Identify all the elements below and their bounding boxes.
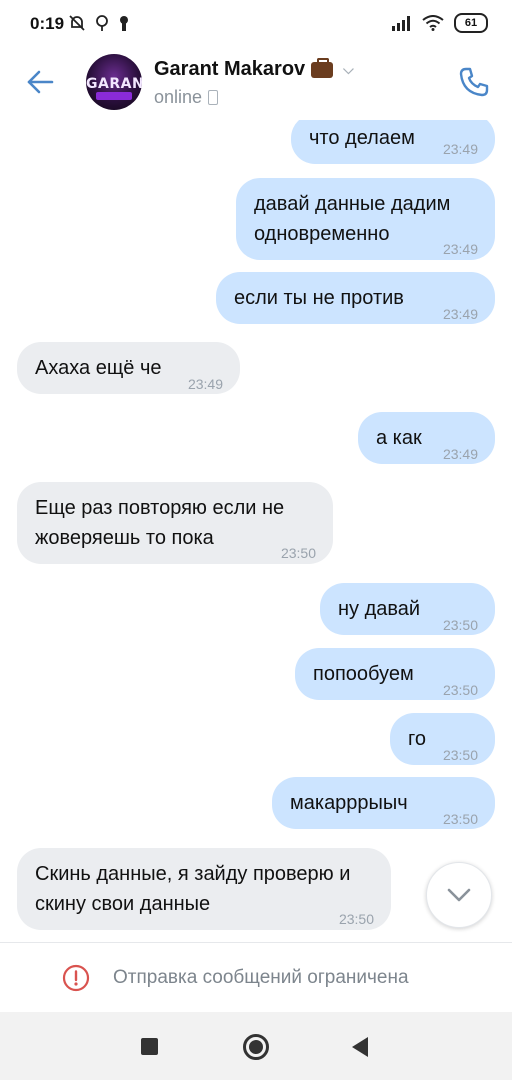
message-bubble[interactable]: Еще раз повторяю если не жоверяешь то по…: [17, 482, 333, 564]
message-bubble[interactable]: а как 23:49: [358, 412, 495, 464]
message-bubble[interactable]: давай данные дадим одновременно 23:49: [236, 178, 495, 260]
message-bubble[interactable]: макарррыыч 23:50: [272, 777, 495, 829]
message-time: 23:50: [442, 811, 478, 827]
keyhole-icon: [120, 16, 128, 31]
back-button[interactable]: [22, 64, 58, 100]
mobile-device-icon: [208, 90, 219, 105]
status-icons-left: [68, 14, 130, 32]
signal-icon: [392, 16, 410, 31]
message-time: 23:49: [442, 241, 478, 257]
message-time: 23:50: [442, 682, 478, 698]
message-text: Скинь данные, я зайду проверю и скину св…: [35, 863, 351, 915]
message-time: 23:49: [442, 446, 478, 462]
message-time: 23:50: [442, 747, 478, 763]
message-bubble[interactable]: если ты не против 23:49: [216, 272, 495, 324]
message-bubble[interactable]: го 23:50: [390, 713, 495, 765]
message-time: 23:50: [442, 617, 478, 633]
contact-name-label: Garant Makarov: [154, 58, 306, 80]
arrow-left-icon: [27, 70, 54, 94]
restriction-text: Отправка сообщений ограничена: [113, 967, 409, 988]
message-bubble[interactable]: ну давай 23:50: [320, 583, 495, 635]
avatar[interactable]: GARANT: [86, 54, 142, 110]
message-time: 23:49: [442, 141, 478, 157]
exclamation-circle-icon: [62, 964, 90, 992]
message-time: 23:50: [338, 911, 374, 927]
message-time: 23:49: [442, 306, 478, 322]
chat-header: GARANT Garant Makarov ⌵ online: [0, 48, 512, 120]
status-bar: 0:19 61: [0, 0, 512, 48]
home-icon[interactable]: [243, 1034, 269, 1060]
message-bubble[interactable]: Скинь данные, я зайду проверю и скину св…: [17, 848, 391, 930]
scroll-down-button[interactable]: [426, 862, 492, 928]
avatar-text: GARANT: [86, 76, 142, 92]
contact-status: online: [154, 87, 219, 108]
bell-off-icon: [69, 15, 85, 31]
location-icon: [96, 15, 108, 31]
message-bubble[interactable]: попообуем 23:50: [295, 648, 495, 700]
contact-status-label: online: [154, 87, 203, 107]
chevron-down-icon: [447, 888, 471, 902]
message-bubble[interactable]: что делаем 23:49: [291, 120, 495, 164]
recent-apps-icon[interactable]: [141, 1038, 158, 1055]
restriction-bar: Отправка сообщений ограничена: [0, 942, 512, 1013]
message-bubble[interactable]: Ахаха ещё че 23:49: [17, 342, 240, 394]
call-button[interactable]: [454, 62, 494, 102]
message-time: 23:50: [280, 545, 316, 561]
message-text: если ты не против: [234, 287, 404, 309]
wifi-icon: [422, 15, 444, 31]
status-icons-right: 61: [392, 13, 488, 33]
chevron-down-icon: ⌵: [343, 61, 354, 77]
message-time: 23:49: [187, 376, 223, 392]
phone-icon: [459, 67, 489, 97]
status-time: 0:19: [30, 14, 65, 33]
system-navigation-bar: [0, 1012, 512, 1080]
battery-indicator: 61: [454, 13, 488, 33]
back-triangle-icon[interactable]: [352, 1037, 368, 1057]
contact-name[interactable]: Garant Makarov ⌵: [154, 57, 354, 81]
message-list[interactable]: что делаем 23:49 давай данные дадим одно…: [0, 120, 512, 942]
avatar-decoration: [96, 92, 132, 100]
briefcase-icon: [311, 57, 334, 78]
